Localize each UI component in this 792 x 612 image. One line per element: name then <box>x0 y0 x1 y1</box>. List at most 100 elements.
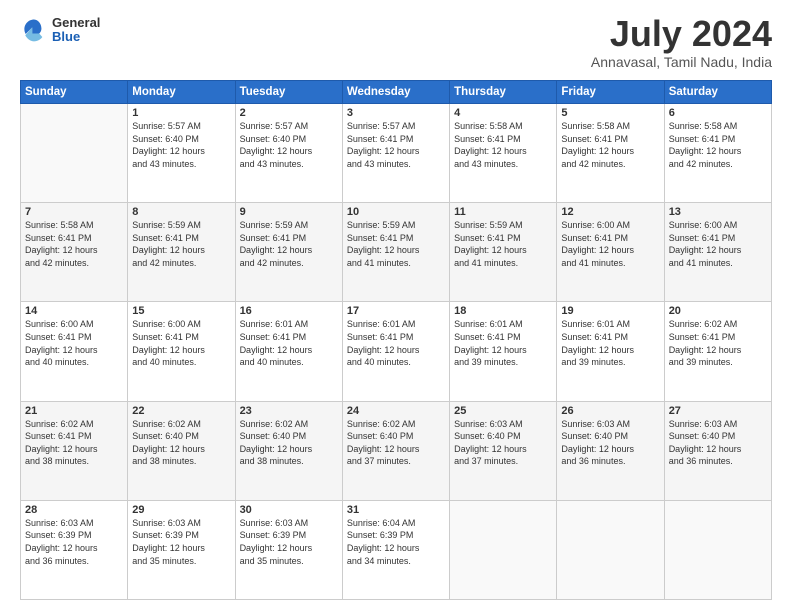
col-sunday: Sunday <box>21 81 128 104</box>
table-row <box>21 104 128 203</box>
day-info: Sunrise: 6:03 AM Sunset: 6:40 PM Dayligh… <box>454 418 552 468</box>
day-info: Sunrise: 6:00 AM Sunset: 6:41 PM Dayligh… <box>132 318 230 368</box>
col-thursday: Thursday <box>450 81 557 104</box>
day-number: 3 <box>347 107 445 119</box>
day-number: 28 <box>25 504 123 516</box>
day-info: Sunrise: 6:02 AM Sunset: 6:40 PM Dayligh… <box>240 418 338 468</box>
col-tuesday: Tuesday <box>235 81 342 104</box>
day-info: Sunrise: 5:57 AM Sunset: 6:40 PM Dayligh… <box>240 120 338 170</box>
col-saturday: Saturday <box>664 81 771 104</box>
day-info: Sunrise: 6:03 AM Sunset: 6:39 PM Dayligh… <box>25 517 123 567</box>
table-row: 13Sunrise: 6:00 AM Sunset: 6:41 PM Dayli… <box>664 203 771 302</box>
table-row: 4Sunrise: 5:58 AM Sunset: 6:41 PM Daylig… <box>450 104 557 203</box>
day-number: 16 <box>240 305 338 317</box>
day-info: Sunrise: 6:02 AM Sunset: 6:41 PM Dayligh… <box>669 318 767 368</box>
col-friday: Friday <box>557 81 664 104</box>
day-number: 17 <box>347 305 445 317</box>
logo: General Blue <box>20 16 100 45</box>
logo-text: General Blue <box>52 16 100 45</box>
day-number: 5 <box>561 107 659 119</box>
day-number: 10 <box>347 206 445 218</box>
table-row: 8Sunrise: 5:59 AM Sunset: 6:41 PM Daylig… <box>128 203 235 302</box>
calendar-week-row: 14Sunrise: 6:00 AM Sunset: 6:41 PM Dayli… <box>21 302 772 401</box>
table-row: 31Sunrise: 6:04 AM Sunset: 6:39 PM Dayli… <box>342 500 449 599</box>
table-row: 3Sunrise: 5:57 AM Sunset: 6:41 PM Daylig… <box>342 104 449 203</box>
day-info: Sunrise: 6:02 AM Sunset: 6:40 PM Dayligh… <box>132 418 230 468</box>
table-row: 30Sunrise: 6:03 AM Sunset: 6:39 PM Dayli… <box>235 500 342 599</box>
day-number: 24 <box>347 405 445 417</box>
table-row: 27Sunrise: 6:03 AM Sunset: 6:40 PM Dayli… <box>664 401 771 500</box>
col-monday: Monday <box>128 81 235 104</box>
day-info: Sunrise: 6:01 AM Sunset: 6:41 PM Dayligh… <box>347 318 445 368</box>
table-row: 12Sunrise: 6:00 AM Sunset: 6:41 PM Dayli… <box>557 203 664 302</box>
day-number: 14 <box>25 305 123 317</box>
day-number: 6 <box>669 107 767 119</box>
calendar-week-row: 1Sunrise: 5:57 AM Sunset: 6:40 PM Daylig… <box>21 104 772 203</box>
day-number: 15 <box>132 305 230 317</box>
day-number: 18 <box>454 305 552 317</box>
day-number: 7 <box>25 206 123 218</box>
table-row: 1Sunrise: 5:57 AM Sunset: 6:40 PM Daylig… <box>128 104 235 203</box>
page: General Blue July 2024 Annavasal, Tamil … <box>0 0 792 612</box>
table-row: 21Sunrise: 6:02 AM Sunset: 6:41 PM Dayli… <box>21 401 128 500</box>
day-info: Sunrise: 5:57 AM Sunset: 6:40 PM Dayligh… <box>132 120 230 170</box>
day-info: Sunrise: 6:03 AM Sunset: 6:39 PM Dayligh… <box>240 517 338 567</box>
calendar-table: Sunday Monday Tuesday Wednesday Thursday… <box>20 80 772 600</box>
day-number: 9 <box>240 206 338 218</box>
title-block: July 2024 Annavasal, Tamil Nadu, India <box>591 16 772 70</box>
day-info: Sunrise: 6:01 AM Sunset: 6:41 PM Dayligh… <box>240 318 338 368</box>
day-number: 11 <box>454 206 552 218</box>
day-number: 31 <box>347 504 445 516</box>
table-row: 2Sunrise: 5:57 AM Sunset: 6:40 PM Daylig… <box>235 104 342 203</box>
day-number: 22 <box>132 405 230 417</box>
table-row: 29Sunrise: 6:03 AM Sunset: 6:39 PM Dayli… <box>128 500 235 599</box>
table-row <box>557 500 664 599</box>
day-number: 29 <box>132 504 230 516</box>
day-info: Sunrise: 6:00 AM Sunset: 6:41 PM Dayligh… <box>25 318 123 368</box>
day-info: Sunrise: 5:58 AM Sunset: 6:41 PM Dayligh… <box>25 219 123 269</box>
day-number: 30 <box>240 504 338 516</box>
table-row: 5Sunrise: 5:58 AM Sunset: 6:41 PM Daylig… <box>557 104 664 203</box>
day-number: 13 <box>669 206 767 218</box>
table-row: 28Sunrise: 6:03 AM Sunset: 6:39 PM Dayli… <box>21 500 128 599</box>
table-row: 20Sunrise: 6:02 AM Sunset: 6:41 PM Dayli… <box>664 302 771 401</box>
day-number: 27 <box>669 405 767 417</box>
day-number: 23 <box>240 405 338 417</box>
day-info: Sunrise: 5:59 AM Sunset: 6:41 PM Dayligh… <box>454 219 552 269</box>
table-row: 6Sunrise: 5:58 AM Sunset: 6:41 PM Daylig… <box>664 104 771 203</box>
location: Annavasal, Tamil Nadu, India <box>591 54 772 70</box>
day-info: Sunrise: 6:01 AM Sunset: 6:41 PM Dayligh… <box>561 318 659 368</box>
col-wednesday: Wednesday <box>342 81 449 104</box>
table-row: 25Sunrise: 6:03 AM Sunset: 6:40 PM Dayli… <box>450 401 557 500</box>
day-info: Sunrise: 6:03 AM Sunset: 6:40 PM Dayligh… <box>669 418 767 468</box>
table-row: 15Sunrise: 6:00 AM Sunset: 6:41 PM Dayli… <box>128 302 235 401</box>
calendar-week-row: 7Sunrise: 5:58 AM Sunset: 6:41 PM Daylig… <box>21 203 772 302</box>
day-number: 2 <box>240 107 338 119</box>
table-row: 23Sunrise: 6:02 AM Sunset: 6:40 PM Dayli… <box>235 401 342 500</box>
day-number: 8 <box>132 206 230 218</box>
day-info: Sunrise: 6:01 AM Sunset: 6:41 PM Dayligh… <box>454 318 552 368</box>
logo-icon <box>20 16 48 44</box>
day-info: Sunrise: 6:00 AM Sunset: 6:41 PM Dayligh… <box>669 219 767 269</box>
day-number: 1 <box>132 107 230 119</box>
day-info: Sunrise: 6:02 AM Sunset: 6:41 PM Dayligh… <box>25 418 123 468</box>
table-row: 16Sunrise: 6:01 AM Sunset: 6:41 PM Dayli… <box>235 302 342 401</box>
logo-blue-text: Blue <box>52 30 100 44</box>
table-row: 18Sunrise: 6:01 AM Sunset: 6:41 PM Dayli… <box>450 302 557 401</box>
table-row: 11Sunrise: 5:59 AM Sunset: 6:41 PM Dayli… <box>450 203 557 302</box>
calendar-week-row: 28Sunrise: 6:03 AM Sunset: 6:39 PM Dayli… <box>21 500 772 599</box>
table-row: 26Sunrise: 6:03 AM Sunset: 6:40 PM Dayli… <box>557 401 664 500</box>
header: General Blue July 2024 Annavasal, Tamil … <box>20 16 772 70</box>
day-info: Sunrise: 5:58 AM Sunset: 6:41 PM Dayligh… <box>669 120 767 170</box>
calendar-header-row: Sunday Monday Tuesday Wednesday Thursday… <box>21 81 772 104</box>
day-info: Sunrise: 5:58 AM Sunset: 6:41 PM Dayligh… <box>454 120 552 170</box>
day-info: Sunrise: 6:03 AM Sunset: 6:40 PM Dayligh… <box>561 418 659 468</box>
day-number: 21 <box>25 405 123 417</box>
table-row: 10Sunrise: 5:59 AM Sunset: 6:41 PM Dayli… <box>342 203 449 302</box>
table-row: 9Sunrise: 5:59 AM Sunset: 6:41 PM Daylig… <box>235 203 342 302</box>
table-row: 24Sunrise: 6:02 AM Sunset: 6:40 PM Dayli… <box>342 401 449 500</box>
day-info: Sunrise: 5:59 AM Sunset: 6:41 PM Dayligh… <box>347 219 445 269</box>
day-info: Sunrise: 5:57 AM Sunset: 6:41 PM Dayligh… <box>347 120 445 170</box>
calendar-week-row: 21Sunrise: 6:02 AM Sunset: 6:41 PM Dayli… <box>21 401 772 500</box>
day-info: Sunrise: 5:58 AM Sunset: 6:41 PM Dayligh… <box>561 120 659 170</box>
